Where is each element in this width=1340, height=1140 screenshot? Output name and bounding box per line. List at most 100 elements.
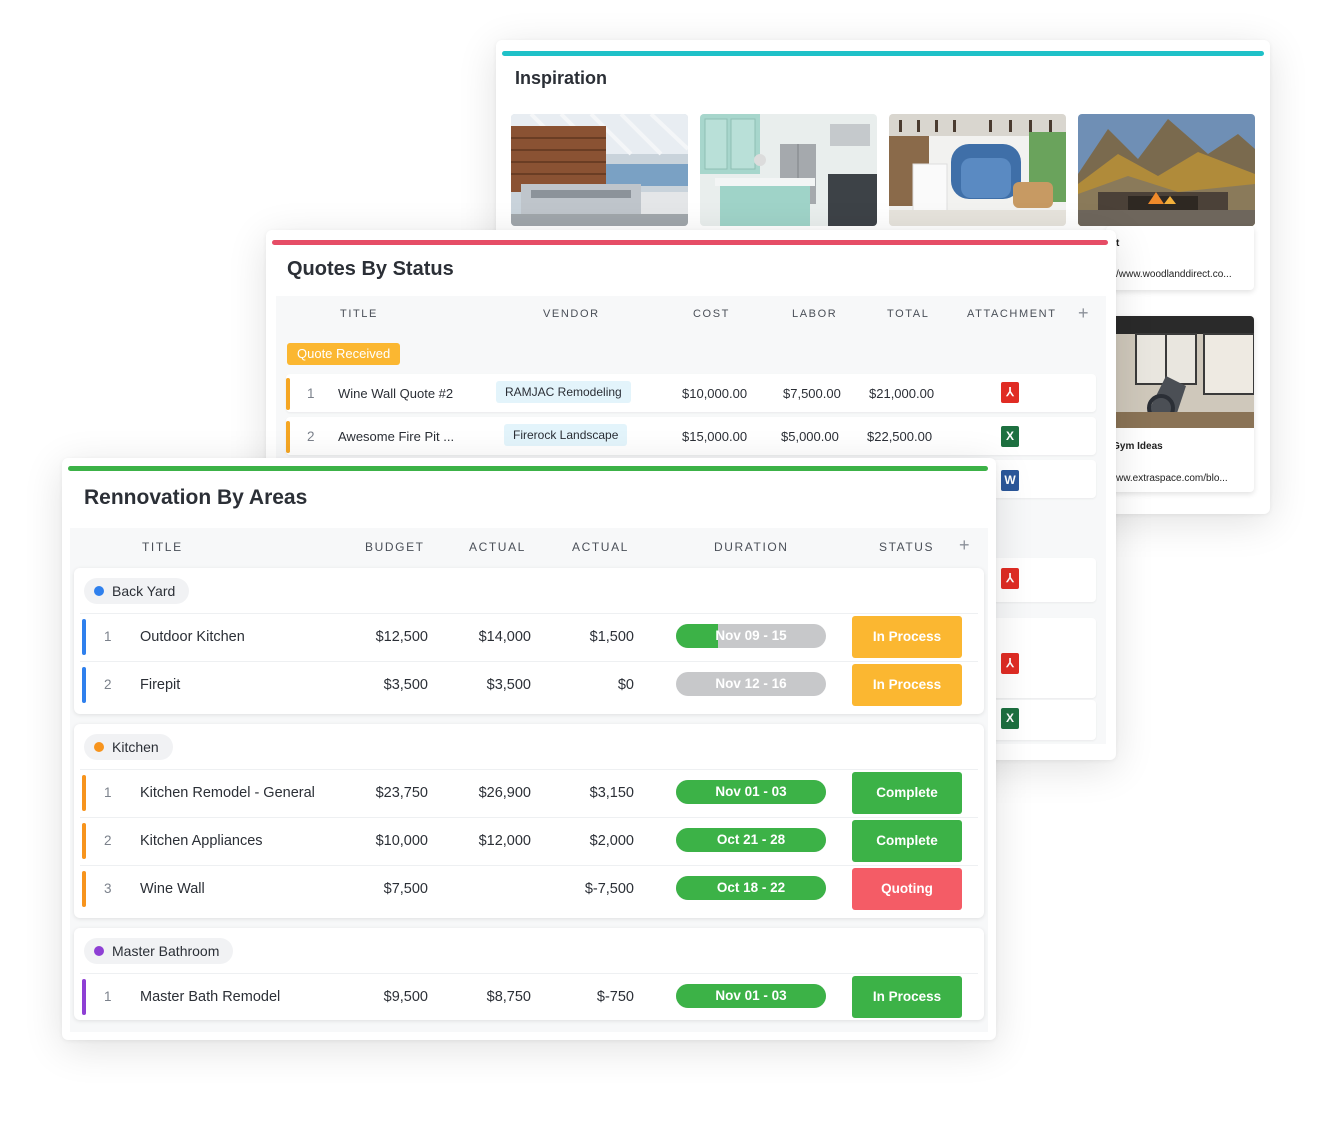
col-labor[interactable]: LABOR xyxy=(792,308,837,320)
pdf-icon[interactable]: ⅄ xyxy=(1001,653,1019,674)
col-total[interactable]: TOTAL xyxy=(887,308,929,320)
group-label[interactable]: Kitchen xyxy=(84,734,173,760)
row-title[interactable]: Kitchen Remodel - General xyxy=(140,785,315,801)
inspiration-link-card-1[interactable]: t /www.woodlanddirect.co... xyxy=(1106,226,1254,290)
excel-icon[interactable]: X xyxy=(1001,426,1019,447)
row-budget: $12,500 xyxy=(375,629,428,645)
inspiration-image-mint-kitchen[interactable] xyxy=(700,114,877,226)
row-actual: $3,500 xyxy=(486,677,531,693)
row-actual: $26,900 xyxy=(478,785,531,801)
row-actual: $14,000 xyxy=(478,629,531,645)
table-row[interactable]: 2 Kitchen Appliances $10,000 $12,000 $2,… xyxy=(80,817,978,863)
row-title[interactable]: Master Bath Remodel xyxy=(140,989,280,1005)
quote-title[interactable]: Awesome Fire Pit ... xyxy=(338,429,454,444)
row-actual: $8,750 xyxy=(486,989,531,1005)
table-row[interactable]: 2 Firepit $3,500 $3,500 $0 Nov 12 - 16 I… xyxy=(80,661,978,707)
row-actual-difference: $1,500 xyxy=(589,629,634,645)
add-column-icon[interactable]: + xyxy=(959,535,970,556)
col-actual-difference[interactable]: ACTUAL xyxy=(572,540,629,554)
status-badge[interactable]: In Process xyxy=(852,664,962,706)
row-title[interactable]: Outdoor Kitchen xyxy=(140,629,245,645)
row-color-bar xyxy=(286,421,290,453)
row-title[interactable]: Wine Wall xyxy=(140,881,205,897)
row-actual-difference: $3,150 xyxy=(589,785,634,801)
vendor-tag[interactable]: RAMJAC Remodeling xyxy=(496,381,631,403)
row-budget: $9,500 xyxy=(383,989,428,1005)
row-color-bar xyxy=(82,823,86,859)
col-duration[interactable]: DURATION xyxy=(714,540,789,554)
col-cost[interactable]: COST xyxy=(693,308,730,320)
inspiration-link-url[interactable]: /www.extraspace.com/blo... xyxy=(1106,473,1228,484)
duration-bar[interactable]: Oct 18 - 22 xyxy=(676,876,826,900)
vendor-tag[interactable]: Firerock Landscape xyxy=(504,424,628,446)
quote-row[interactable]: 2 Awesome Fire Pit ... Firerock Landscap… xyxy=(286,417,1096,455)
duration-bar[interactable]: Nov 09 - 15 xyxy=(676,624,826,648)
status-badge[interactable]: Complete xyxy=(852,772,962,814)
inspiration-image-wine-room[interactable] xyxy=(889,114,1066,226)
row-title[interactable]: Kitchen Appliances xyxy=(140,833,263,849)
quote-labor: $7,500.00 xyxy=(783,386,841,401)
quote-labor: $5,000.00 xyxy=(781,429,839,444)
row-title[interactable]: Firepit xyxy=(140,677,180,693)
group-name: Kitchen xyxy=(112,739,159,755)
table-row[interactable]: 1 Outdoor Kitchen $12,500 $14,000 $1,500… xyxy=(80,613,978,659)
col-status[interactable]: STATUS xyxy=(879,540,934,554)
group-kitchen: Kitchen 1 Kitchen Remodel - General $23,… xyxy=(74,724,984,918)
col-title[interactable]: TITLE xyxy=(340,308,378,320)
table-row[interactable]: 3 Wine Wall $7,500 $-7,500 Oct 18 - 22 Q… xyxy=(80,865,978,911)
col-vendor[interactable]: VENDOR xyxy=(543,308,600,320)
col-title[interactable]: TITLE xyxy=(142,540,183,554)
col-actual[interactable]: ACTUAL xyxy=(469,540,526,554)
inspiration-image-mountain-firepit[interactable] xyxy=(1078,114,1255,226)
row-number: 1 xyxy=(104,989,112,1004)
pdf-icon[interactable]: ⅄ xyxy=(1001,568,1019,589)
inspiration-title: Inspiration xyxy=(515,68,608,88)
quote-title[interactable]: Wine Wall Quote #2 xyxy=(338,386,453,401)
row-actual-difference: $2,000 xyxy=(589,833,634,849)
duration-bar[interactable]: Nov 01 - 03 xyxy=(676,984,826,1008)
row-number: 1 xyxy=(104,629,112,644)
table-row[interactable]: 1 Kitchen Remodel - General $23,750 $26,… xyxy=(80,769,978,815)
col-budget[interactable]: BUDGET xyxy=(365,540,425,554)
row-actual-difference: $0 xyxy=(617,677,634,693)
status-badge[interactable]: In Process xyxy=(852,616,962,658)
row-color-bar xyxy=(82,979,86,1015)
status-badge[interactable]: In Process xyxy=(852,976,962,1018)
duration-label: Oct 21 - 28 xyxy=(716,832,786,847)
quote-row[interactable]: 1 Wine Wall Quote #2 RAMJAC Remodeling $… xyxy=(286,374,1096,412)
quote-total: $22,500.00 xyxy=(867,429,933,444)
duration-bar[interactable]: Nov 12 - 16 xyxy=(676,672,826,696)
inspiration-link-card-2[interactable]: : Gym Ideas /www.extraspace.com/blo... xyxy=(1106,316,1254,492)
word-icon[interactable]: W xyxy=(1001,470,1019,491)
quote-cost: $10,000.00 xyxy=(682,386,748,401)
row-actual-difference: $-7,500 xyxy=(584,881,634,897)
status-badge[interactable]: Complete xyxy=(852,820,962,862)
status-badge[interactable]: Quoting xyxy=(852,868,962,910)
renovation-card: Rennovation By Areas TITLE BUDGET ACTUAL… xyxy=(62,458,996,1040)
col-attachment[interactable]: ATTACHMENT xyxy=(967,308,1057,320)
group-name: Master Bathroom xyxy=(112,943,220,959)
inspiration-image-outdoor-kitchen[interactable] xyxy=(511,114,688,226)
duration-label: Nov 09 - 15 xyxy=(715,628,787,643)
pdf-icon[interactable]: ⅄ xyxy=(1001,382,1019,403)
table-row[interactable]: 1 Master Bath Remodel $9,500 $8,750 $-75… xyxy=(80,973,978,1019)
group-color-dot xyxy=(94,586,104,596)
add-column-icon[interactable]: + xyxy=(1078,303,1089,324)
group-master-bathroom: Master Bathroom 1 Master Bath Remodel $9… xyxy=(74,928,984,1020)
row-budget: $23,750 xyxy=(375,785,428,801)
inspiration-accent-bar xyxy=(502,51,1264,56)
group-label[interactable]: Master Bathroom xyxy=(84,938,234,964)
group-back-yard: Back Yard 1 Outdoor Kitchen $12,500 $14,… xyxy=(74,568,984,714)
duration-label: Nov 01 - 03 xyxy=(715,988,787,1003)
group-color-dot xyxy=(94,742,104,752)
excel-icon[interactable]: X xyxy=(1001,708,1019,729)
renovation-title: Rennovation By Areas xyxy=(84,486,308,509)
duration-bar[interactable]: Nov 01 - 03 xyxy=(676,780,826,804)
group-label[interactable]: Back Yard xyxy=(84,578,190,604)
group-label-quote-received[interactable]: Quote Received xyxy=(287,343,401,365)
inspiration-link-url[interactable]: /www.woodlanddirect.co... xyxy=(1116,269,1232,280)
row-actual: $12,000 xyxy=(478,833,531,849)
quotes-accent-bar xyxy=(272,240,1108,245)
duration-bar[interactable]: Oct 21 - 28 xyxy=(676,828,826,852)
renovation-header-row xyxy=(70,528,988,566)
